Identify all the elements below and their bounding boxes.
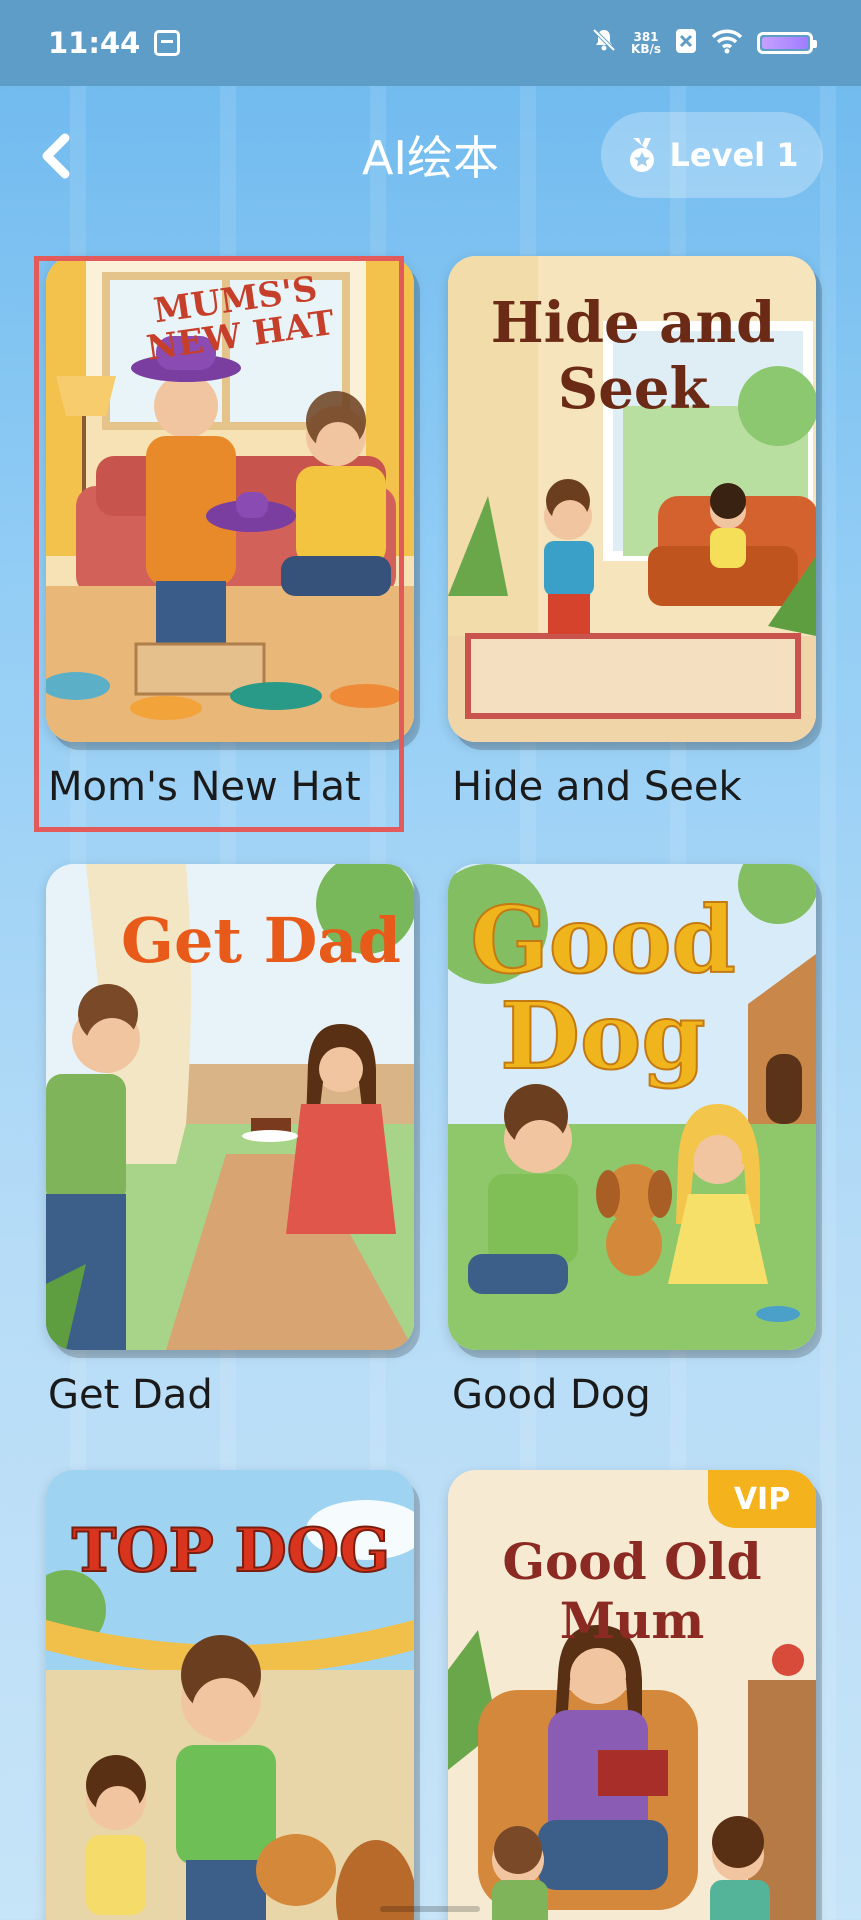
- level-badge[interactable]: Level 1: [601, 112, 823, 198]
- book-cover-get-dad[interactable]: Get Dad: [46, 864, 414, 1350]
- cover-text-good-old-mum: Good Old Mum: [502, 1532, 762, 1650]
- book-cover-good-dog[interactable]: Good Dog: [448, 864, 816, 1350]
- net-speed: 381 KB/s: [631, 31, 661, 55]
- selection-highlight: [34, 256, 404, 832]
- cover-text-hide-and-seek: Hide and Seek: [490, 290, 776, 422]
- cover-text-good-dog: Good Dog: [469, 886, 737, 1090]
- book-cover-top-dog[interactable]: TOP DOG: [46, 1470, 414, 1920]
- book-cover-hide-and-seek[interactable]: Hide and Seek: [448, 256, 816, 742]
- book-title-good-dog[interactable]: Good Dog: [452, 1372, 651, 1418]
- battery-icon: [757, 32, 817, 54]
- status-time: 11:44: [48, 26, 141, 60]
- mute-icon: [591, 27, 617, 59]
- net-speed-unit: KB/s: [631, 42, 661, 56]
- book-title-hide-and-seek[interactable]: Hide and Seek: [452, 764, 742, 810]
- vip-badge: VIP: [708, 1470, 816, 1528]
- home-indicator: [380, 1906, 480, 1912]
- header: AI绘本 Level 1: [0, 86, 861, 226]
- cover-text-get-dad: Get Dad: [121, 904, 401, 977]
- sim-x-icon: [675, 28, 697, 58]
- medal-icon: [630, 138, 655, 172]
- level-label: Level 1: [669, 136, 799, 174]
- status-bar: 11:44 381 KB/s: [0, 0, 861, 86]
- notification-app-icon: [154, 30, 181, 56]
- book-cover-good-old-mum[interactable]: Good Old Mum VIP: [448, 1470, 816, 1920]
- wifi-icon: [711, 28, 743, 58]
- cover-text-top-dog: TOP DOG: [71, 1515, 391, 1587]
- book-title-get-dad[interactable]: Get Dad: [48, 1372, 213, 1418]
